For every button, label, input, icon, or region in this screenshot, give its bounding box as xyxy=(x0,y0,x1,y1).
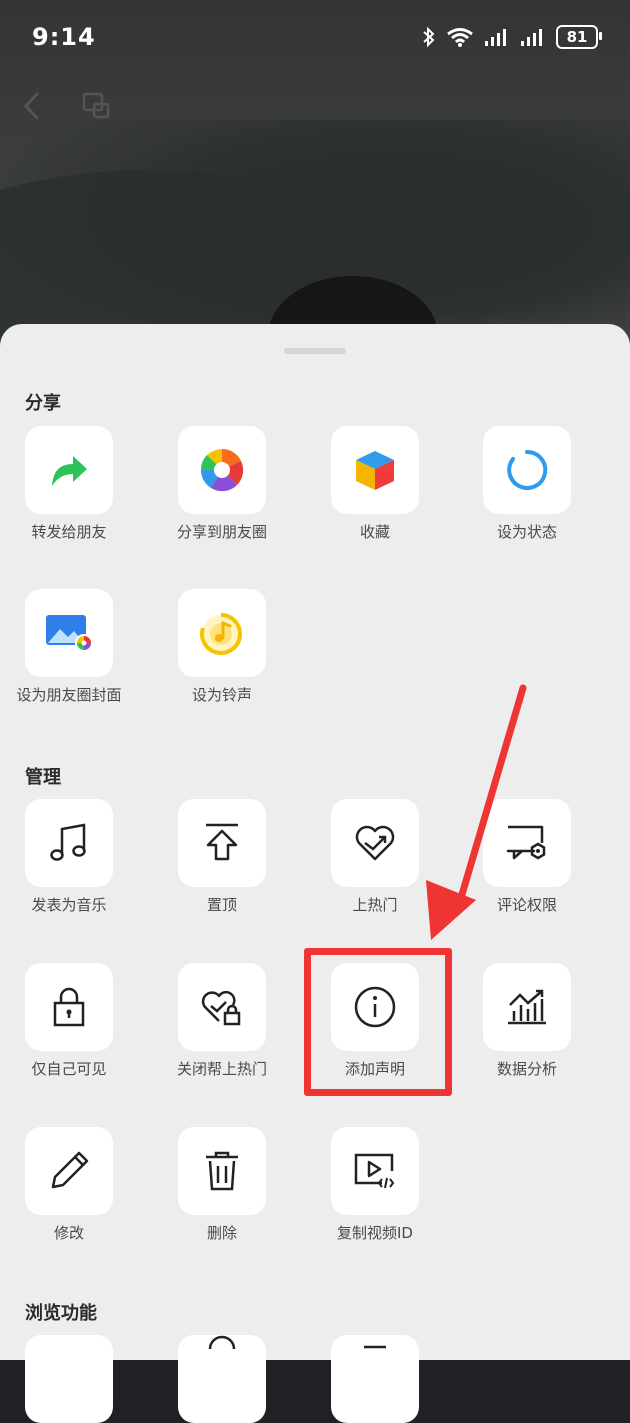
favorite-button[interactable]: 收藏 xyxy=(300,426,450,543)
moments-cover-icon xyxy=(46,615,93,652)
picture-in-picture-icon xyxy=(82,92,110,119)
tile xyxy=(483,799,571,887)
moments-aperture-icon xyxy=(200,448,244,492)
comment-settings-icon xyxy=(506,825,546,860)
section-title-manage: 管理 xyxy=(25,767,61,788)
action-sheet: 分享 转发给朋友 分享到朋友圈 收藏 设为状态 设为朋友圈封面 设为铃声 管理 … xyxy=(0,324,630,1423)
boost-trending-button[interactable]: 上热门 xyxy=(300,799,450,916)
status-bar: 9:14 81 xyxy=(0,0,630,74)
item-label: 仅自己可见 xyxy=(31,1060,107,1078)
forward-to-friend-button[interactable]: 转发给朋友 xyxy=(0,426,144,543)
section-title-browse: 浏览功能 xyxy=(25,1303,97,1324)
signal-icon-2 xyxy=(521,29,542,46)
item-label: 删除 xyxy=(206,1224,237,1242)
share-to-moments-button[interactable]: 分享到朋友圈 xyxy=(147,426,297,543)
comment-permission-button[interactable]: 评论权限 xyxy=(452,799,602,916)
item-label: 置顶 xyxy=(206,896,237,914)
copy-video-id-button[interactable]: 复制视频ID xyxy=(300,1127,450,1244)
status-time: 9:14 xyxy=(32,23,96,51)
pin-top-icon xyxy=(206,823,238,861)
edit-button[interactable]: 修改 xyxy=(0,1127,144,1244)
item-label: 修改 xyxy=(53,1224,84,1242)
browse-icon-partial xyxy=(364,1345,386,1349)
delete-button[interactable]: 删除 xyxy=(147,1127,297,1244)
item-label: 转发给朋友 xyxy=(31,523,107,541)
back-button[interactable] xyxy=(12,86,52,126)
tile xyxy=(25,589,113,677)
ringtone-icon xyxy=(200,613,242,655)
item-label: 上热门 xyxy=(352,896,398,914)
item-label: 评论权限 xyxy=(496,896,557,914)
tile xyxy=(178,426,266,514)
item-label: 分享到朋友圈 xyxy=(176,523,267,541)
set-moments-cover-button[interactable]: 设为朋友圈封面 xyxy=(0,589,144,706)
item-label: 发表为音乐 xyxy=(31,896,107,914)
disable-boost-button[interactable]: 关闭帮上热门 xyxy=(147,963,297,1080)
tile xyxy=(178,1127,266,1215)
status-icons: 81 xyxy=(422,25,602,49)
item-label: 关闭帮上热门 xyxy=(176,1060,267,1078)
section-title-share: 分享 xyxy=(25,393,61,414)
trending-lock-icon xyxy=(201,991,241,1026)
set-ringtone-button[interactable]: 设为铃声 xyxy=(147,589,297,706)
item-label: 设为朋友圈封面 xyxy=(16,686,122,704)
tile xyxy=(25,1335,113,1423)
private-visibility-button[interactable]: 仅自己可见 xyxy=(0,963,144,1080)
trending-heart-icon xyxy=(355,825,395,861)
pin-to-top-button[interactable]: 置顶 xyxy=(147,799,297,916)
signal-icon-1 xyxy=(485,29,506,46)
browse-item-2[interactable] xyxy=(147,1335,297,1423)
forward-arrow-icon xyxy=(52,456,87,486)
tile xyxy=(483,963,571,1051)
trash-icon xyxy=(206,1151,238,1191)
browse-icon-partial xyxy=(208,1335,236,1349)
tile xyxy=(178,963,266,1051)
favorites-cube-icon xyxy=(356,451,394,490)
item-label: 数据分析 xyxy=(496,1060,557,1078)
tile xyxy=(25,426,113,514)
tile xyxy=(25,1127,113,1215)
set-as-status-button[interactable]: 设为状态 xyxy=(452,426,602,543)
battery-indicator: 81 xyxy=(556,25,602,49)
tile xyxy=(331,426,419,514)
lock-icon xyxy=(53,987,85,1027)
tile xyxy=(331,1335,419,1423)
tile xyxy=(25,799,113,887)
item-label: 设为铃声 xyxy=(191,686,252,704)
item-label: 复制视频ID xyxy=(337,1224,413,1242)
tile xyxy=(331,799,419,887)
bluetooth-icon xyxy=(423,26,435,48)
chevron-left-icon xyxy=(23,92,39,120)
video-id-icon xyxy=(354,1153,395,1189)
tile xyxy=(483,426,571,514)
status-ring-icon xyxy=(507,449,548,490)
browse-item-3[interactable] xyxy=(300,1335,450,1423)
browse-item-1[interactable] xyxy=(0,1335,144,1423)
tile xyxy=(178,799,266,887)
chart-trend-icon xyxy=(508,989,546,1025)
tile xyxy=(25,963,113,1051)
pencil-icon xyxy=(51,1151,89,1189)
highlight-box xyxy=(304,948,452,1096)
item-label: 设为状态 xyxy=(496,523,557,541)
sheet-drag-handle[interactable] xyxy=(284,348,346,354)
tile xyxy=(178,1335,266,1423)
tile xyxy=(178,589,266,677)
publish-as-music-button[interactable]: 发表为音乐 xyxy=(0,799,144,916)
wifi-icon xyxy=(447,28,473,47)
data-analysis-button[interactable]: 数据分析 xyxy=(452,963,602,1080)
music-note-icon xyxy=(50,823,86,861)
item-label: 收藏 xyxy=(359,523,390,541)
floating-window-button[interactable] xyxy=(76,86,116,126)
tile xyxy=(331,1127,419,1215)
top-navigation xyxy=(0,80,630,130)
